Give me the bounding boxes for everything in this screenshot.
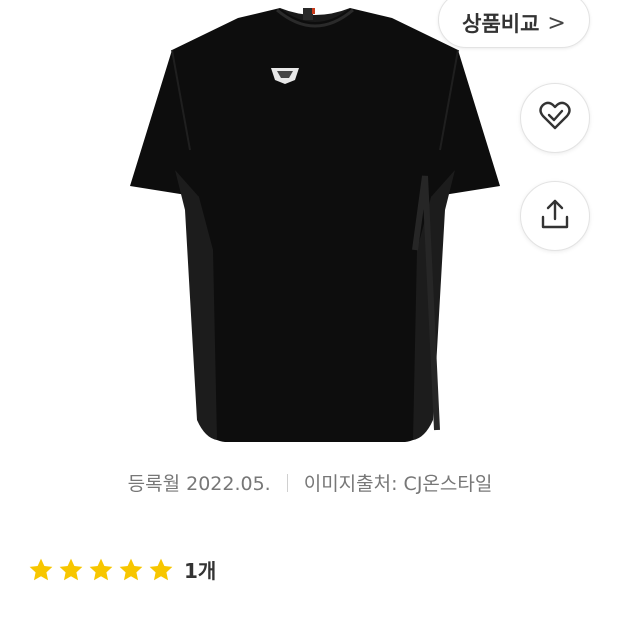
tshirt-image — [130, 8, 500, 442]
product-rating[interactable]: 1개 — [28, 555, 216, 584]
image-source: 이미지출처: CJ온스타일 — [303, 473, 493, 495]
compare-products-button[interactable]: 상품비교 > — [438, 0, 590, 48]
star-icon — [29, 558, 53, 580]
compare-label: 상품비교 — [462, 12, 540, 36]
heart-check-icon — [538, 99, 572, 137]
star-icon — [149, 558, 173, 580]
star-icon — [119, 558, 143, 580]
chevron-right-icon: > — [547, 10, 566, 36]
star-icon — [59, 558, 83, 580]
rating-stars — [28, 557, 178, 583]
star-icon — [89, 558, 113, 580]
review-count: 1개 — [184, 559, 217, 583]
share-icon — [538, 197, 572, 235]
product-meta: 등록월 2022.05. 이미지출처: CJ온스타일 — [0, 469, 620, 496]
registration-date: 등록월 2022.05. — [127, 473, 271, 495]
share-button[interactable] — [520, 181, 590, 251]
divider — [286, 473, 288, 492]
wishlist-button[interactable] — [520, 83, 590, 153]
product-image[interactable] — [125, 0, 505, 450]
